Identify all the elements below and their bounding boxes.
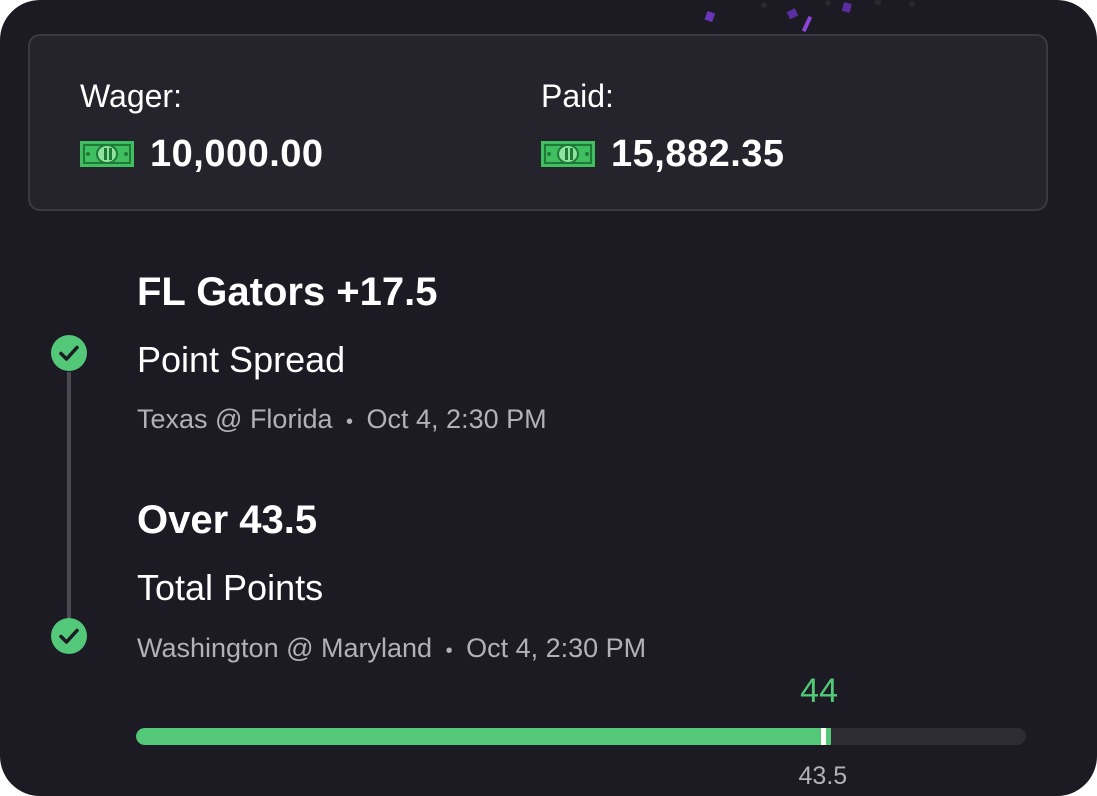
confetti-piece [801,15,813,33]
line-marker [820,728,826,745]
progress-fill [136,728,832,745]
confetti-piece [786,8,799,20]
confetti-piece [825,0,831,6]
meta-separator: • [346,411,354,433]
wager-amount: 10,000.00 [150,132,324,175]
line-value: 43.5 [798,762,848,790]
check-circle-icon [51,335,87,371]
confetti-piece [761,2,767,8]
leg-time: Oct 4, 2:30 PM [366,404,547,434]
meta-separator: • [445,640,453,662]
leg-market: Point Spread [137,339,346,380]
confetti-piece [909,1,915,7]
leg-matchup: Washington @ Maryland [137,633,433,663]
bet-card: Wager: 10,000.00 Paid: 15,882.35 FL Gato… [0,0,1097,796]
leg-meta: Texas @ Florida • Oct 4, 2:30 PM [137,404,547,435]
leg-market: Total Points [137,567,324,608]
wager-row: 10,000.00 [80,132,324,176]
leg-matchup: Texas @ Florida [137,404,333,434]
paid-amount: 15,882.35 [611,132,785,175]
actual-total-value: 44 [800,672,838,710]
paid-row: 15,882.35 [541,132,785,176]
paid-label: Paid: [541,78,614,114]
leg-meta: Washington @ Maryland • Oct 4, 2:30 PM [137,633,646,664]
confetti-piece [875,0,881,5]
wager-summary-panel: Wager: 10,000.00 Paid: 15,882.35 [28,34,1048,211]
total-progress-bar [136,728,1026,745]
check-circle-icon [51,618,87,654]
money-bill-icon [541,141,595,167]
confetti-piece [841,2,852,13]
timeline-connector [67,372,71,618]
money-bill-icon [80,141,134,167]
leg-time: Oct 4, 2:30 PM [466,633,647,663]
leg-title: Over 43.5 [137,498,318,542]
leg-title: FL Gators +17.5 [137,270,438,314]
confetti-piece [704,10,716,23]
wager-label: Wager: [80,78,182,114]
